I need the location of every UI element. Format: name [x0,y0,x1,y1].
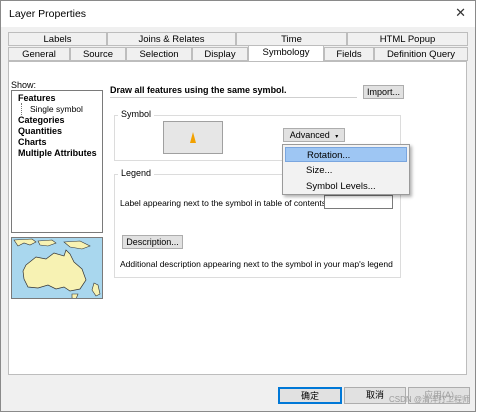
tab-label: Time [281,34,302,45]
menu-item-size[interactable]: Size... [285,163,407,178]
tree-item-single-symbol[interactable]: Single symbol [21,103,83,115]
advanced-menu: Rotation... Size... Symbol Levels... [282,144,410,195]
tab-label: Joins & Relates [138,34,205,45]
description-button-label: Description... [126,237,179,247]
tab-label: Display [204,49,236,60]
tab-selection[interactable]: Selection [126,47,192,61]
description-button[interactable]: Description... [122,235,183,249]
menu-item-symbol-levels[interactable]: Symbol Levels... [285,179,407,194]
renderer-description: Draw all features using the same symbol. [110,85,357,98]
legend-group-label: Legend [118,168,155,178]
ok-button[interactable]: 确定 [278,387,342,404]
tab-label: Source [82,49,114,60]
layer-properties-window: Layer Properties ✕ Labels Joins & Relate… [0,0,476,412]
symbol-group-label: Symbol [118,109,155,119]
tab-html-popup[interactable]: HTML Popup [347,32,468,46]
tab-label: HTML Popup [379,34,436,45]
cancel-label: 取消 [365,390,384,400]
tab-fields[interactable]: Fields [324,47,374,61]
tab-label: Labels [43,34,72,45]
tab-label: General [22,49,56,60]
close-icon[interactable]: ✕ [455,5,466,21]
tab-label: Fields [336,49,362,60]
triangle-marker-icon [190,132,196,143]
advanced-label: Advanced [289,130,330,140]
show-label: Show: [11,80,37,90]
tab-label: Selection [139,49,179,60]
tab-display[interactable]: Display [192,47,248,61]
legend-description-caption: Additional description appearing next to… [120,259,393,269]
tab-time[interactable]: Time [236,32,347,46]
tab-symbology[interactable]: Symbology [248,45,324,61]
tree-item-multiple-attributes[interactable]: Multiple Attributes [18,148,97,158]
tree-item-categories[interactable]: Categories [18,115,65,125]
tab-label: Symbology [262,47,310,58]
tab-general[interactable]: General [8,47,70,61]
tab-labels[interactable]: Labels [8,32,107,46]
import-button[interactable]: Import... [363,85,404,99]
import-label: Import... [366,87,400,97]
menu-item-rotation[interactable]: Rotation... [285,147,407,162]
australia-map-image [13,238,101,298]
tree-item-charts[interactable]: Charts [18,137,47,147]
renderer-tree: Features Single symbol Categories Quanti… [11,90,103,233]
preview-map [11,237,103,299]
window-title: Layer Properties [9,8,87,20]
title-bar: Layer Properties ✕ [1,1,475,27]
tab-joins-relates[interactable]: Joins & Relates [107,32,236,46]
ok-label: 确定 [300,391,319,401]
legend-label-input[interactable] [324,195,393,209]
tab-definition-query[interactable]: Definition Query [374,47,468,61]
advanced-button[interactable]: Advanced ▾ [283,128,345,142]
tab-source[interactable]: Source [70,47,126,61]
chevron-down-icon: ▾ [335,134,339,140]
tree-item-features[interactable]: Features [18,93,56,103]
tab-label: Definition Query [386,49,456,60]
tree-item-quantities[interactable]: Quantities [18,126,62,136]
symbol-swatch[interactable] [163,121,223,154]
legend-label-caption: Label appearing next to the symbol in ta… [120,198,329,208]
watermark-text: CSDN @清洋打工程师 [388,395,470,404]
